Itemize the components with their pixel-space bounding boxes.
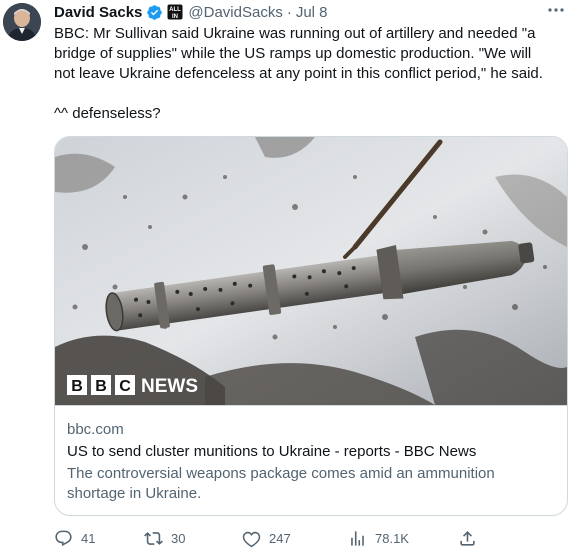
views-icon xyxy=(351,530,364,546)
card-description-line: shortage in Ukraine. xyxy=(67,485,202,502)
reply-count: 41 xyxy=(81,530,96,546)
retweet-button[interactable]: 30 xyxy=(144,529,242,548)
tweet-line: bridge of supplies" while the US ramps u… xyxy=(54,45,532,62)
share-button[interactable] xyxy=(458,529,485,548)
logo-news-text: NEWS xyxy=(141,376,198,397)
svg-text:IN: IN xyxy=(172,14,178,20)
logo-letter-b1: B xyxy=(71,378,83,395)
tweet-header: David Sacks ALL IN @DavidSacks · Jul 8 xyxy=(54,2,328,22)
retweet-icon xyxy=(144,531,163,545)
reply-button[interactable]: 41 xyxy=(54,529,144,548)
more-icon[interactable] xyxy=(546,2,566,18)
like-icon xyxy=(242,531,261,547)
avatar[interactable] xyxy=(3,3,41,41)
like-count: 247 xyxy=(269,530,291,546)
card-description: The controversial weapons package comes … xyxy=(67,464,555,504)
views-button[interactable]: 78.1K xyxy=(348,529,458,548)
tweet-comment: ^^ defenseless? xyxy=(54,105,161,122)
logo-letter-b2: B xyxy=(95,378,107,395)
card-description-line: The controversial weapons package comes … xyxy=(67,465,495,482)
like-button[interactable]: 247 xyxy=(242,529,348,548)
bbc-news-logo: B B C NEWS xyxy=(67,375,198,397)
share-icon xyxy=(460,530,475,546)
tweet-date[interactable]: Jul 8 xyxy=(296,4,328,21)
card-meta[interactable]: bbc.com US to send cluster munitions to … xyxy=(67,420,555,504)
author-name[interactable]: David Sacks xyxy=(54,4,142,21)
card-image[interactable]: B B C NEWS xyxy=(55,137,567,406)
tweet-line: not leave Ukraine defenceless at any poi… xyxy=(54,65,543,82)
card-domain: bbc.com xyxy=(67,421,124,438)
reply-icon xyxy=(55,530,72,546)
retweet-count: 30 xyxy=(171,530,186,546)
svg-text:ALL: ALL xyxy=(170,7,182,13)
separator-dot: · xyxy=(286,3,292,21)
tweet-text: BBC: Mr Sullivan said Ukraine was runnin… xyxy=(54,24,570,124)
link-card[interactable]: B B C NEWS bbc.com US to send cluster mu… xyxy=(54,136,568,516)
affiliate-badge-icon[interactable]: ALL IN xyxy=(167,4,183,20)
action-bar: 41 30 247 78.1K xyxy=(54,528,570,548)
verified-badge-icon xyxy=(146,4,163,21)
tweet[interactable]: David Sacks ALL IN @DavidSacks · Jul 8 B… xyxy=(0,0,578,550)
logo-letter-c: C xyxy=(119,378,131,395)
author-handle[interactable]: @DavidSacks xyxy=(188,4,282,21)
views-count: 78.1K xyxy=(375,530,409,546)
card-title[interactable]: US to send cluster munitions to Ukraine … xyxy=(67,442,555,462)
tweet-line: BBC: Mr Sullivan said Ukraine was runnin… xyxy=(54,25,536,42)
